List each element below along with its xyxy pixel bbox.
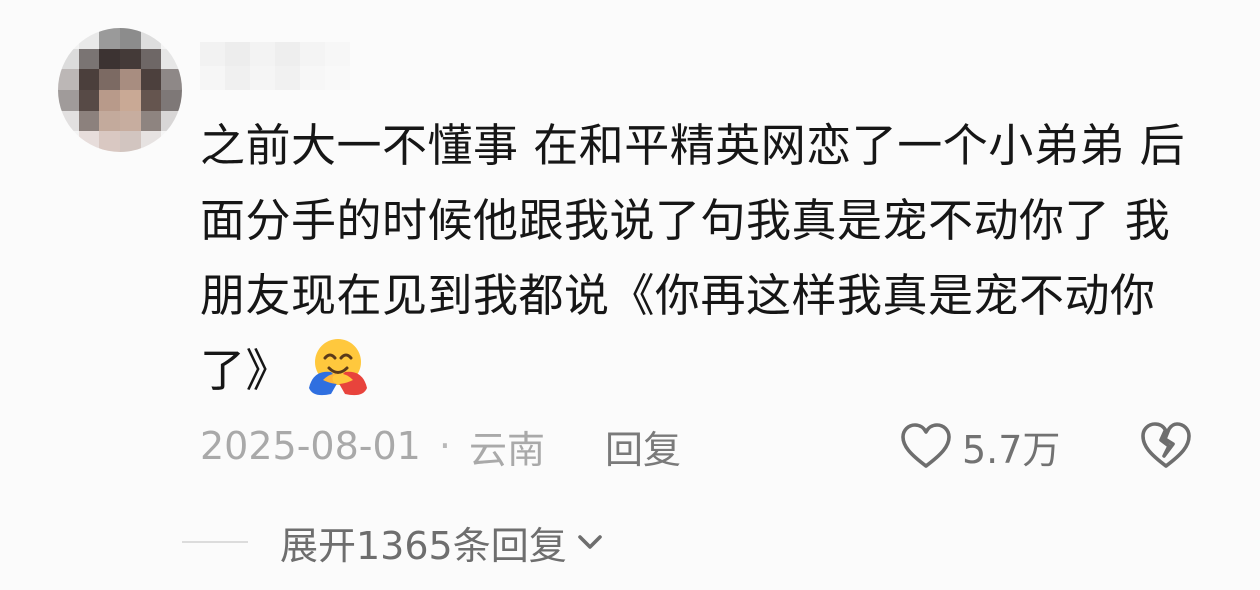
comment-text: 之前大一不懂事 在和平精英网恋了一个小弟弟 后面分手的时候他跟我说了句我真是宠不… [200, 108, 1190, 408]
broken-heart-icon[interactable] [1140, 420, 1192, 470]
comment-date: 2025-08-01 [200, 424, 421, 468]
avatar[interactable] [58, 28, 182, 152]
reply-button[interactable]: 回复 [605, 419, 681, 474]
expand-replies-button[interactable]: 展开1365条回复 [280, 515, 607, 570]
hugging-face-emoji [309, 339, 368, 396]
meta-separator: · [438, 424, 451, 468]
divider-line [182, 541, 248, 543]
username[interactable] [200, 42, 350, 90]
meta-row: 2025-08-01 · 云南 回复 5.7万 [200, 414, 1210, 478]
expand-replies-row: 展开1365条回复 [182, 510, 607, 574]
heart-outline-icon [901, 423, 951, 468]
expand-replies-label: 展开1365条回复 [280, 523, 567, 568]
comment-card: 之前大一不懂事 在和平精英网恋了一个小弟弟 后面分手的时候他跟我说了句我真是宠不… [0, 0, 1260, 590]
like-count: 5.7万 [962, 427, 1061, 472]
chevron-down-icon [577, 535, 602, 549]
comment-location: 云南 [468, 427, 545, 472]
like-button[interactable]: 5.7万 [900, 414, 1060, 478]
